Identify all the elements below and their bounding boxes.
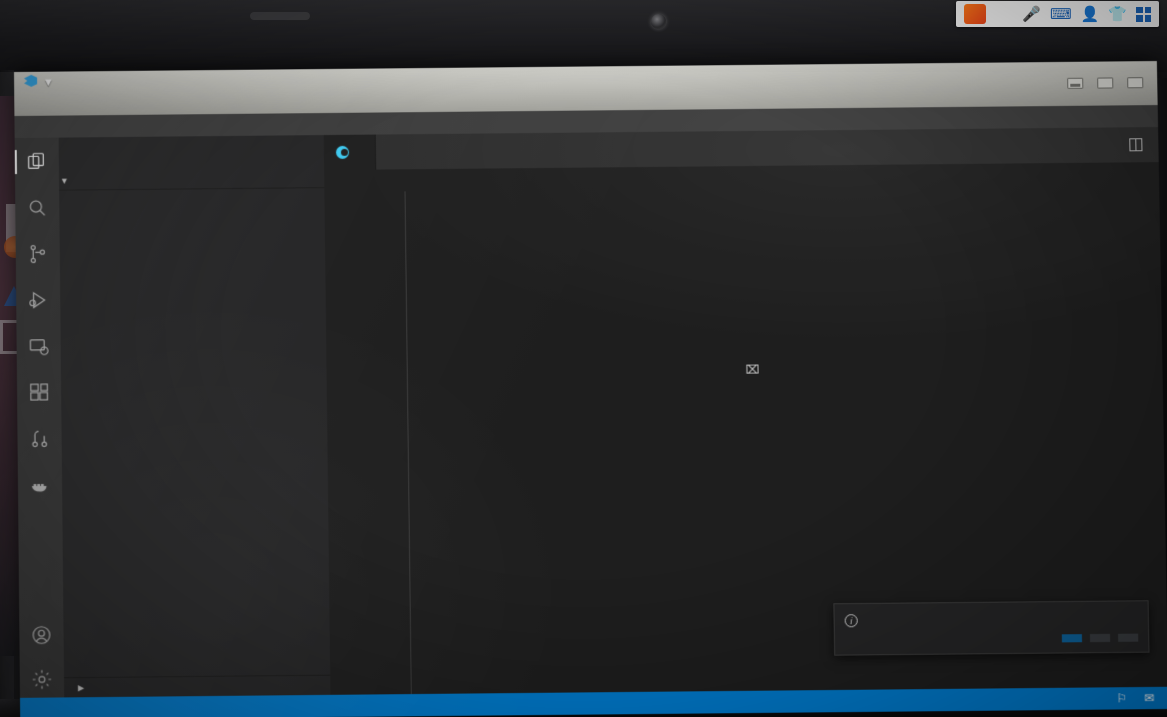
release-notes-button[interactable] xyxy=(1118,633,1139,642)
docker-icon[interactable] xyxy=(28,473,52,497)
editor-area: ⌧ i xyxy=(323,127,1167,695)
split-editor-icon[interactable] xyxy=(1128,138,1142,152)
vscode-window: ▾ ▾ ▸ ⌧ i ⚐ ✉ xyxy=(14,61,1167,717)
tabs-filler xyxy=(375,127,1113,170)
maximize-button[interactable] xyxy=(1097,77,1114,89)
ime-keyboard-icon[interactable]: ⌨ xyxy=(1050,7,1072,22)
explorer-sidebar: ▾ ▸ xyxy=(58,135,331,698)
ime-skin-icon[interactable]: 👕 xyxy=(1108,7,1127,22)
later-button[interactable] xyxy=(1089,633,1111,643)
download-update-button[interactable] xyxy=(1061,634,1083,643)
notification-buttons xyxy=(845,633,1139,645)
activity-bar xyxy=(14,137,65,698)
tab-attitudecontrol-cpp[interactable] xyxy=(323,134,377,171)
extensions-icon[interactable] xyxy=(27,380,51,404)
accounts-icon[interactable] xyxy=(29,623,53,647)
ime-user-icon[interactable]: 👤 xyxy=(1081,7,1100,22)
cpp-file-icon xyxy=(335,145,350,159)
activity-bar-bottom xyxy=(29,623,54,692)
vscode-app-name[interactable]: ▾ xyxy=(24,75,51,89)
info-icon: i xyxy=(844,614,858,628)
status-bar-right: ⚐ ✉ xyxy=(1031,691,1167,706)
remote-explorer-icon[interactable] xyxy=(27,334,51,358)
close-button[interactable] xyxy=(1127,77,1144,89)
outline-section[interactable]: ▸ xyxy=(64,674,331,698)
explorer-icon[interactable] xyxy=(25,150,49,174)
window-title xyxy=(14,83,1157,94)
chevron-down-icon: ▾ xyxy=(62,175,68,186)
laptop-photo: 🎤 ⌨ 👤 👕 ▾ ▾ ▸ ⌧ i ⚐ ✉ xyxy=(0,0,1167,717)
vscode-body: ▾ ▸ ⌧ i xyxy=(14,127,1167,698)
feedback-icon[interactable]: ✉ xyxy=(1144,691,1154,705)
settings-gear-icon[interactable] xyxy=(30,667,54,691)
indent-guide xyxy=(404,191,412,695)
editor-actions[interactable] xyxy=(1112,127,1159,163)
mouse-text-cursor: ⌧ xyxy=(745,362,760,377)
notification-body: i xyxy=(844,610,1138,628)
vscode-logo-icon xyxy=(24,75,37,87)
sidebar-header xyxy=(59,135,325,172)
window-controls[interactable] xyxy=(1067,77,1144,89)
source-control-icon[interactable] xyxy=(26,242,50,266)
chevron-right-icon: ▸ xyxy=(78,681,85,694)
sogou-ime-toolbar[interactable]: 🎤 ⌨ 👤 👕 xyxy=(956,1,1159,27)
update-notification[interactable]: i xyxy=(833,600,1150,656)
line-number-gutter xyxy=(324,192,390,695)
minimize-button[interactable] xyxy=(1067,77,1084,89)
run-and-debug-icon[interactable] xyxy=(26,288,50,312)
bell-icon[interactable]: ⚐ xyxy=(1116,691,1127,705)
ime-microphone-icon[interactable]: 🎤 xyxy=(1022,7,1041,22)
sogou-logo-icon[interactable] xyxy=(964,4,987,24)
os-top-bar: 🎤 ⌨ 👤 👕 xyxy=(0,0,1167,32)
ime-apps-grid-icon[interactable] xyxy=(1136,6,1151,22)
gitlens-icon[interactable] xyxy=(27,427,51,451)
search-icon[interactable] xyxy=(25,196,49,220)
